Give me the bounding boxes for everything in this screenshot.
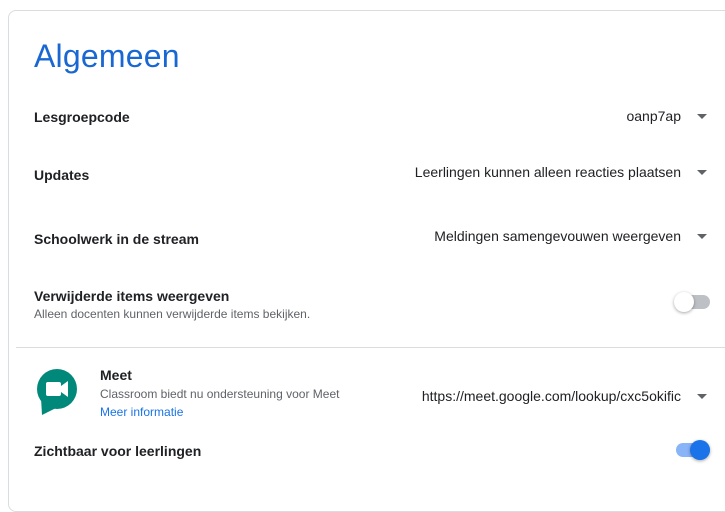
meet-link-dropdown[interactable]: https://meet.google.com/lookup/cxc5okifi… <box>422 388 709 404</box>
class-code-value: oanp7ap <box>626 108 681 124</box>
dropdown-arrow-icon <box>697 393 707 399</box>
classwork-stream-dropdown[interactable]: Meldingen samengevouwen weergeven <box>434 228 709 244</box>
meet-description: Classroom biedt nu ondersteuning voor Me… <box>100 387 340 401</box>
section-divider <box>16 347 725 348</box>
deleted-items-toggle[interactable] <box>674 292 710 312</box>
updates-value: Leerlingen kunnen alleen reacties plaats… <box>414 164 681 180</box>
dropdown-arrow-icon <box>697 233 707 239</box>
toggle-thumb <box>674 292 694 312</box>
dropdown-arrow-icon <box>697 113 707 119</box>
class-code-dropdown[interactable]: oanp7ap <box>626 108 709 124</box>
google-meet-icon <box>37 369 77 415</box>
dropdown-arrow-icon <box>697 169 707 175</box>
visible-to-students-label: Zichtbaar voor leerlingen <box>34 443 202 459</box>
classwork-stream-value: Meldingen samengevouwen weergeven <box>434 228 681 244</box>
class-code-label: Lesgroepcode <box>34 109 130 125</box>
more-info-link[interactable]: Meer informatie <box>100 405 183 419</box>
updates-dropdown[interactable]: Leerlingen kunnen alleen reacties plaats… <box>415 164 709 180</box>
section-title: Algemeen <box>34 38 180 74</box>
toggle-thumb <box>690 440 710 460</box>
classwork-stream-label: Schoolwerk in de stream <box>34 231 199 247</box>
meet-link-value: https://meet.google.com/lookup/cxc5okifi… <box>421 388 681 404</box>
deleted-items-label: Verwijderde items weergeven <box>34 288 230 304</box>
updates-label: Updates <box>34 167 90 183</box>
meet-title: Meet <box>100 367 132 383</box>
deleted-items-description: Alleen docenten kunnen verwijderde items… <box>34 307 311 321</box>
visible-to-students-toggle[interactable] <box>674 440 710 460</box>
settings-card <box>8 10 725 512</box>
